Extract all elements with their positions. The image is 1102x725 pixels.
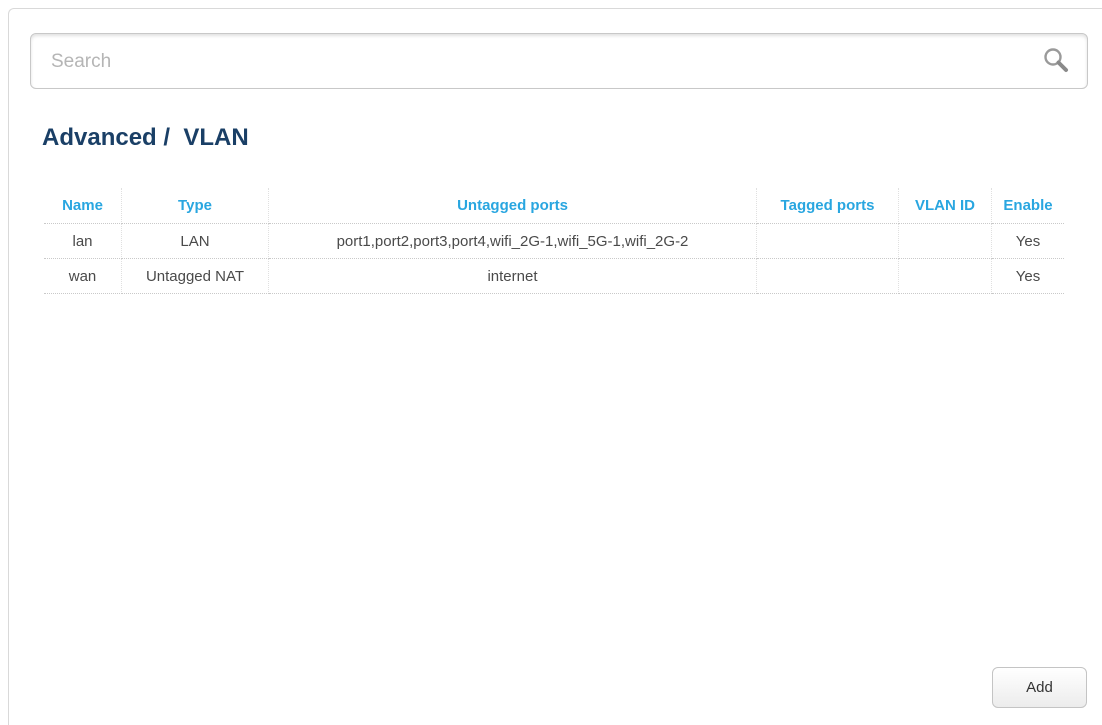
table-row[interactable]: wan Untagged NAT internet Yes (44, 258, 1064, 294)
cell-enable: Yes (991, 258, 1064, 294)
column-header-vlan-id[interactable]: VLAN ID (898, 188, 992, 224)
page-title: Advanced / VLAN (42, 124, 249, 151)
search-box[interactable] (30, 33, 1088, 90)
cell-name: lan (44, 223, 122, 259)
column-header-untagged-ports[interactable]: Untagged ports (268, 188, 757, 224)
cell-untagged-ports: internet (268, 258, 757, 294)
column-header-name[interactable]: Name (44, 188, 122, 224)
table-header-row: Name Type Untagged ports Tagged ports VL… (44, 188, 1064, 224)
cell-type: Untagged NAT (121, 258, 269, 294)
cell-type: LAN (121, 223, 269, 259)
cell-vlan-id (898, 223, 992, 259)
table-row[interactable]: lan LAN port1,port2,port3,port4,wifi_2G-… (44, 223, 1064, 259)
cell-tagged-ports (756, 258, 899, 294)
column-header-tagged-ports[interactable]: Tagged ports (756, 188, 899, 224)
content-panel (8, 8, 1102, 725)
cell-enable: Yes (991, 223, 1064, 259)
vlan-table: Name Type Untagged ports Tagged ports VL… (44, 188, 1064, 294)
cell-tagged-ports (756, 223, 899, 259)
search-input[interactable] (51, 34, 1011, 90)
cell-untagged-ports: port1,port2,port3,port4,wifi_2G-1,wifi_5… (268, 223, 757, 259)
column-header-enable[interactable]: Enable (991, 188, 1064, 224)
add-button[interactable]: Add (992, 667, 1087, 708)
cell-vlan-id (898, 258, 992, 294)
column-header-type[interactable]: Type (121, 188, 269, 224)
search-icon[interactable] (1041, 46, 1071, 76)
cell-name: wan (44, 258, 122, 294)
